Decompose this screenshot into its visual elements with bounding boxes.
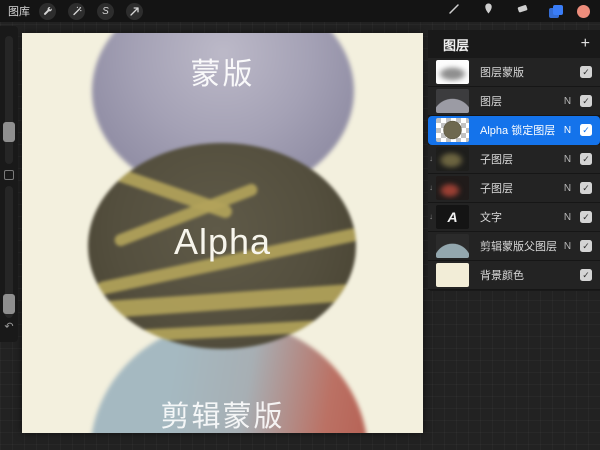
layer-list: 图层蒙版 ✓ 图层 N ✓ Alpha 锁定图层 N ✓ ↓ 子图层 N xyxy=(428,58,600,290)
layers-panel: 图层 + 图层蒙版 ✓ 图层 N ✓ Alpha 锁定图层 N ✓ xyxy=(428,30,600,291)
alpha-text: Alpha xyxy=(22,221,423,263)
actions-button[interactable] xyxy=(39,3,56,20)
background-color-thumbnail xyxy=(436,263,469,287)
active-color-swatch[interactable] xyxy=(577,5,590,18)
mask-text: 蒙版 xyxy=(22,49,423,93)
layer-visibility-checkbox[interactable]: ✓ xyxy=(580,66,592,78)
layer-label: 图层蒙版 xyxy=(480,64,560,80)
gallery-button[interactable]: 图库 xyxy=(0,3,39,19)
layer-label: Alpha 锁定图层 xyxy=(480,122,560,138)
brush-sidebar: ↶ xyxy=(0,26,18,342)
blend-mode-badge[interactable]: N xyxy=(560,154,575,165)
layer-row-clip-parent[interactable]: 剪辑蒙版父图层 N ✓ xyxy=(428,232,600,261)
clipping-mask-arrow-icon: ↓ xyxy=(429,154,433,163)
layer-visibility-checkbox[interactable]: ✓ xyxy=(580,153,592,165)
layer-label: 子图层 xyxy=(480,180,560,196)
eraser-tool-button[interactable] xyxy=(505,0,539,22)
selection-button[interactable]: S xyxy=(97,3,114,20)
brush-icon xyxy=(447,2,461,21)
arrow-cursor-icon xyxy=(130,7,139,16)
layer-row-text[interactable]: ↓ A 文字 N ✓ xyxy=(428,203,600,232)
gold-stripe xyxy=(126,320,332,343)
text-layer-thumbnail: A xyxy=(436,205,469,229)
brush-size-slider[interactable] xyxy=(5,36,13,164)
smudge-tool-button[interactable] xyxy=(471,0,505,22)
layer-thumbnail xyxy=(436,176,469,200)
blend-mode-badge[interactable]: N xyxy=(560,183,575,194)
layers-panel-button[interactable] xyxy=(539,0,573,22)
blend-mode-badge[interactable]: N xyxy=(560,125,575,136)
layer-row-alpha-locked-selected[interactable]: Alpha 锁定图层 N ✓ xyxy=(428,116,600,145)
layer-row-child[interactable]: ↓ 子图层 N ✓ xyxy=(428,145,600,174)
layer-label: 背景颜色 xyxy=(480,267,560,283)
brush-size-handle[interactable] xyxy=(3,122,15,142)
clipping-mask-arrow-icon: ↓ xyxy=(429,212,433,221)
add-layer-button[interactable]: + xyxy=(581,35,590,53)
clipping-mask-arrow-icon: ↓ xyxy=(429,183,433,192)
blend-mode-badge[interactable]: N xyxy=(560,96,575,107)
transform-button[interactable] xyxy=(126,3,143,20)
layer-row[interactable]: 图层 N ✓ xyxy=(428,87,600,116)
layer-visibility-checkbox[interactable]: ✓ xyxy=(580,182,592,194)
layer-label: 子图层 xyxy=(480,151,560,167)
layers-panel-header: 图层 + xyxy=(428,30,600,58)
layer-thumbnail xyxy=(436,89,469,113)
layers-panel-title: 图层 xyxy=(443,35,581,54)
drawing-canvas[interactable]: 蒙版 Alpha 剪辑蒙版 xyxy=(22,33,423,433)
blend-mode-badge[interactable]: N xyxy=(560,212,575,223)
layer-visibility-checkbox[interactable]: ✓ xyxy=(580,211,592,223)
layer-label: 图层 xyxy=(480,93,560,109)
modify-button[interactable] xyxy=(4,170,14,180)
layer-thumbnail-alpha xyxy=(436,118,469,142)
layer-thumbnail xyxy=(436,147,469,171)
top-toolbar: 图库 S xyxy=(0,0,600,22)
eraser-icon xyxy=(516,2,529,20)
layers-icon xyxy=(549,5,563,18)
layer-visibility-checkbox[interactable]: ✓ xyxy=(580,240,592,252)
layer-row-background[interactable]: 背景颜色 ✓ xyxy=(428,261,600,290)
brush-opacity-handle[interactable] xyxy=(3,294,15,314)
layer-thumbnail xyxy=(436,60,469,84)
brush-tool-button[interactable] xyxy=(437,0,471,22)
layer-visibility-checkbox[interactable]: ✓ xyxy=(580,269,592,281)
layer-row-child[interactable]: ↓ 子图层 N ✓ xyxy=(428,174,600,203)
clip-mask-text: 剪辑蒙版 xyxy=(22,393,423,433)
layer-visibility-checkbox[interactable]: ✓ xyxy=(580,124,592,136)
blend-mode-badge[interactable]: N xyxy=(560,241,575,252)
procreate-app: 图库 S xyxy=(0,0,600,450)
layer-label: 文字 xyxy=(480,209,560,225)
selection-s-icon: S xyxy=(102,6,109,17)
paint-tools-group xyxy=(437,0,600,22)
layer-row-mask[interactable]: 图层蒙版 ✓ xyxy=(428,58,600,87)
layer-thumbnail xyxy=(436,234,469,258)
layer-label: 剪辑蒙版父图层 xyxy=(480,238,560,254)
layer-visibility-checkbox[interactable]: ✓ xyxy=(580,95,592,107)
smudge-finger-icon xyxy=(482,2,495,20)
adjustments-button[interactable] xyxy=(68,3,85,20)
magic-wand-icon xyxy=(72,6,82,16)
undo-button[interactable]: ↶ xyxy=(0,320,18,333)
wrench-icon xyxy=(43,6,53,16)
